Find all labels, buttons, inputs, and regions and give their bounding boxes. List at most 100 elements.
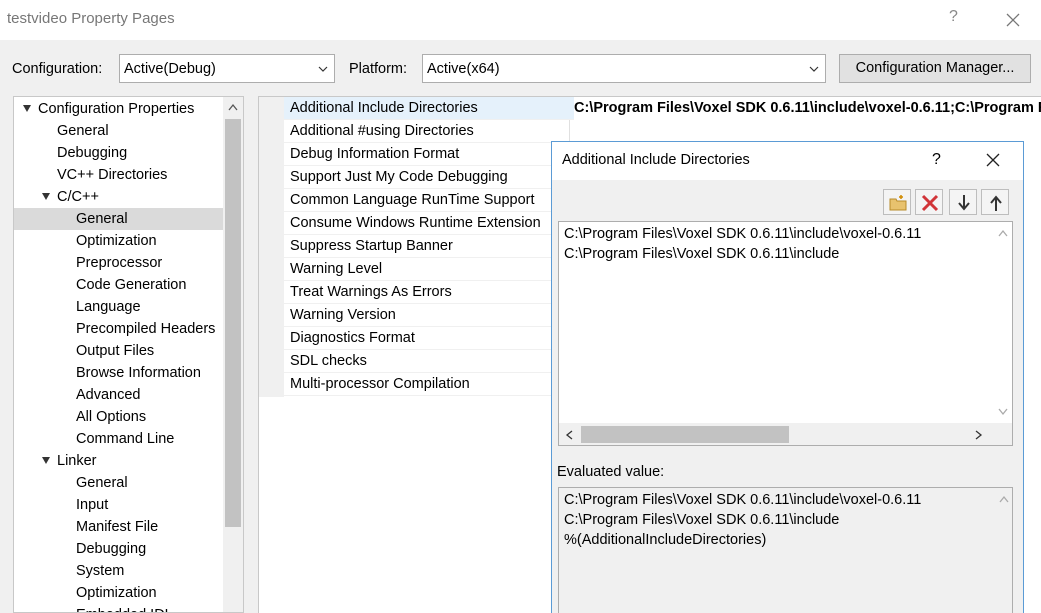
- tree-item[interactable]: Language: [14, 296, 223, 318]
- evaluated-value-label: Evaluated value:: [557, 464, 665, 480]
- scroll-up-icon[interactable]: [998, 229, 1008, 237]
- property-row[interactable]: Support Just My Code Debugging: [284, 166, 574, 189]
- arrow-up-icon: [990, 195, 1002, 211]
- tree-item[interactable]: Advanced: [14, 384, 223, 406]
- tree-item[interactable]: Precompiled Headers: [14, 318, 223, 340]
- tree-item-label: Precompiled Headers: [76, 321, 216, 337]
- tree-item[interactable]: General: [14, 120, 223, 142]
- expanded-triangle-icon[interactable]: [42, 193, 50, 200]
- tree-item-label: Linker: [57, 453, 97, 469]
- expanded-triangle-icon[interactable]: [23, 105, 31, 112]
- tree-item[interactable]: VC++ Directories: [14, 164, 223, 186]
- property-row[interactable]: SDL checks: [284, 350, 574, 373]
- property-row[interactable]: Consume Windows Runtime Extension: [284, 212, 574, 235]
- list-item[interactable]: C:\Program Files\Voxel SDK 0.6.11\includ…: [564, 226, 921, 242]
- list-item: C:\Program Files\Voxel SDK 0.6.11\includ…: [564, 512, 840, 528]
- tree-item[interactable]: Browse Information: [14, 362, 223, 384]
- property-row[interactable]: Diagnostics Format: [284, 327, 574, 350]
- title-bar: testvideo Property Pages ?: [0, 0, 1041, 40]
- tree-item-label: Manifest File: [76, 519, 159, 535]
- new-line-button[interactable]: [883, 189, 911, 215]
- list-horizontal-scrollbar[interactable]: [559, 423, 1012, 445]
- scrollbar-thumb[interactable]: [225, 119, 241, 527]
- platform-value: Active(x64): [427, 61, 500, 77]
- scroll-up-icon[interactable]: [999, 495, 1009, 503]
- property-row[interactable]: Common Language RunTime Support: [284, 189, 574, 212]
- scroll-left-icon[interactable]: [565, 430, 573, 440]
- tree-item-label: Configuration Properties: [38, 101, 195, 117]
- delete-line-button[interactable]: [915, 189, 943, 215]
- tree-item-label: Debugging: [76, 541, 147, 557]
- tree-item[interactable]: General: [14, 208, 223, 230]
- tree-item-label: System: [76, 563, 125, 579]
- tree-item[interactable]: All Options: [14, 406, 223, 428]
- property-row[interactable]: Additional #using Directories: [284, 120, 574, 143]
- property-row[interactable]: Treat Warnings As Errors: [284, 281, 574, 304]
- tree-item[interactable]: C/C++: [14, 186, 223, 208]
- scroll-right-icon[interactable]: [975, 430, 983, 440]
- list-item: %(AdditionalIncludeDirectories): [564, 532, 767, 548]
- tree-item[interactable]: Debugging: [14, 538, 223, 560]
- property-row[interactable]: Suppress Startup Banner: [284, 235, 574, 258]
- tree-item[interactable]: Command Line: [14, 428, 223, 450]
- selected-property-value[interactable]: C:\Program Files\Voxel SDK 0.6.11\includ…: [574, 97, 1041, 120]
- delete-icon: [921, 194, 939, 212]
- scroll-down-icon[interactable]: [998, 408, 1008, 416]
- tree-item-label: Embedded IDL: [76, 604, 173, 612]
- tree-item-label: Browse Information: [76, 365, 201, 381]
- tree-item-label: Optimization: [76, 585, 157, 601]
- tree-item[interactable]: Embedded IDL: [14, 604, 223, 612]
- property-row[interactable]: Additional Include Directories: [284, 97, 574, 120]
- configuration-select[interactable]: Active(Debug): [119, 54, 335, 83]
- tree-item[interactable]: Input: [14, 494, 223, 516]
- tree-item[interactable]: General: [14, 472, 223, 494]
- evaluated-value-box: C:\Program Files\Voxel SDK 0.6.11\includ…: [558, 487, 1013, 613]
- tree-item-label: Language: [76, 299, 141, 315]
- list-item[interactable]: C:\Program Files\Voxel SDK 0.6.11\includ…: [564, 246, 839, 262]
- category-tree[interactable]: Configuration Properties General Debugging…: [13, 96, 244, 613]
- configuration-value: Active(Debug): [124, 61, 216, 77]
- tree-item-label: Output Files: [76, 343, 155, 359]
- grid-gutter: [259, 97, 284, 397]
- platform-label: Platform:: [349, 61, 408, 77]
- tree-item[interactable]: Output Files: [14, 340, 223, 362]
- property-row[interactable]: Debug Information Format: [284, 143, 574, 166]
- tree-item-label: C/C++: [57, 189, 99, 205]
- property-row[interactable]: Multi-processor Compilation: [284, 373, 574, 396]
- list-vertical-scrollbar[interactable]: [995, 222, 1012, 422]
- tree-scrollbar[interactable]: [223, 97, 243, 612]
- window-title: testvideo Property Pages: [7, 10, 175, 27]
- move-down-button[interactable]: [949, 189, 977, 215]
- tree-item[interactable]: Configuration Properties: [14, 98, 223, 120]
- configuration-manager-button[interactable]: Configuration Manager...: [839, 54, 1031, 83]
- tree-item[interactable]: Preprocessor: [14, 252, 223, 274]
- platform-select[interactable]: Active(x64): [422, 54, 826, 83]
- tree-item[interactable]: Code Generation: [14, 274, 223, 296]
- scrollbar-thumb[interactable]: [581, 426, 789, 443]
- tree-item[interactable]: Optimization: [14, 582, 223, 604]
- tree-item[interactable]: System: [14, 560, 223, 582]
- directories-list[interactable]: C:\Program Files\Voxel SDK 0.6.11\includ…: [558, 221, 1013, 446]
- property-row[interactable]: Warning Version: [284, 304, 574, 327]
- expanded-triangle-icon[interactable]: [42, 457, 50, 464]
- dialog-title-bar: Additional Include Directories ?: [552, 142, 1023, 180]
- tree-item[interactable]: Debugging: [14, 142, 223, 164]
- scroll-up-icon[interactable]: [228, 103, 238, 111]
- tree-item-label: VC++ Directories: [57, 167, 168, 183]
- tree-item-label: Optimization: [76, 233, 157, 249]
- arrow-down-icon: [958, 195, 970, 211]
- help-button[interactable]: ?: [949, 8, 958, 26]
- list-item: C:\Program Files\Voxel SDK 0.6.11\includ…: [564, 492, 922, 508]
- tree-item[interactable]: Linker: [14, 450, 223, 472]
- property-row[interactable]: Warning Level: [284, 258, 574, 281]
- tree-item[interactable]: Manifest File: [14, 516, 223, 538]
- dialog-help-button[interactable]: ?: [932, 151, 941, 169]
- close-icon[interactable]: [1002, 9, 1024, 31]
- tree-item-label: General: [76, 211, 128, 227]
- move-up-button[interactable]: [981, 189, 1009, 215]
- new-folder-icon: [889, 195, 907, 211]
- chevron-down-icon: [809, 66, 819, 72]
- close-icon[interactable]: [984, 151, 1002, 169]
- configuration-label: Configuration:: [12, 61, 103, 77]
- tree-item[interactable]: Optimization: [14, 230, 223, 252]
